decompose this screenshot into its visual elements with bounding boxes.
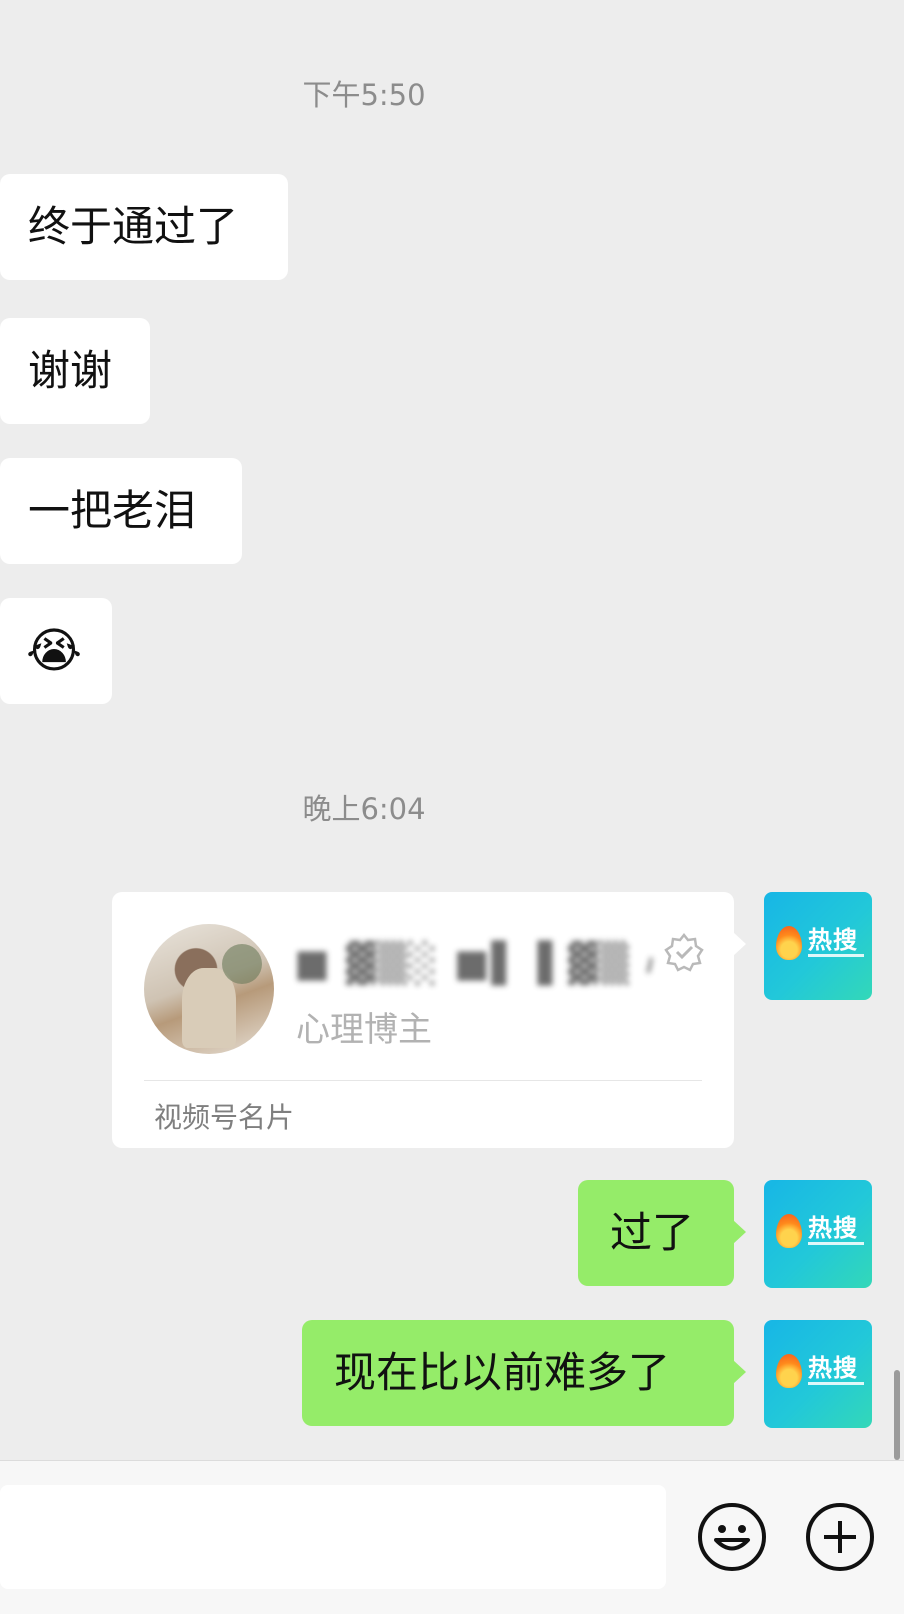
card-divider bbox=[144, 1080, 702, 1081]
scrollbar[interactable] bbox=[894, 1370, 900, 1460]
smiley-icon bbox=[714, 1525, 750, 1551]
incoming-message[interactable]: 终于通过了 bbox=[0, 174, 288, 280]
emoji-button[interactable] bbox=[698, 1503, 766, 1571]
message-input[interactable] bbox=[0, 1485, 666, 1589]
outgoing-message[interactable]: 过了 bbox=[578, 1180, 746, 1286]
channel-name: ■ ▓▒░ ■▌▐ ▓▒ 心灵… bbox=[294, 941, 654, 985]
user-avatar[interactable]: 热搜 bbox=[764, 892, 872, 1000]
incoming-emoji-message[interactable]: 😭 bbox=[0, 598, 112, 704]
channel-role: 心理博主 bbox=[296, 1010, 432, 1050]
channel-avatar bbox=[144, 924, 274, 1054]
avatar-brand-text: 热搜 bbox=[808, 925, 858, 954]
flame-icon bbox=[776, 1354, 802, 1388]
avatar-brand-text: 热搜 bbox=[808, 1213, 858, 1242]
user-avatar[interactable]: 热搜 bbox=[764, 1180, 872, 1288]
crying-emoji-icon: 😭 bbox=[26, 623, 83, 679]
timestamp: 晚上6:04 bbox=[302, 792, 426, 826]
plus-icon bbox=[824, 1521, 856, 1553]
timestamp: 下午5:50 bbox=[302, 78, 426, 112]
outgoing-message[interactable]: 现在比以前难多了 bbox=[302, 1320, 746, 1426]
plus-button[interactable] bbox=[806, 1503, 874, 1571]
incoming-message[interactable]: 一把老泪 bbox=[0, 458, 242, 564]
flame-icon bbox=[776, 926, 802, 960]
incoming-message[interactable]: 谢谢 bbox=[0, 318, 150, 424]
flame-icon bbox=[776, 1214, 802, 1248]
avatar-brand-text: 热搜 bbox=[808, 1353, 858, 1382]
user-avatar[interactable]: 热搜 bbox=[764, 1320, 872, 1428]
channel-card-message[interactable]: ■ ▓▒░ ■▌▐ ▓▒ 心灵… 心理博主 视频号名片 bbox=[112, 892, 746, 1148]
verified-check-icon bbox=[664, 932, 704, 972]
card-footer-label: 视频号名片 bbox=[154, 1101, 295, 1134]
input-bar bbox=[0, 1460, 904, 1614]
